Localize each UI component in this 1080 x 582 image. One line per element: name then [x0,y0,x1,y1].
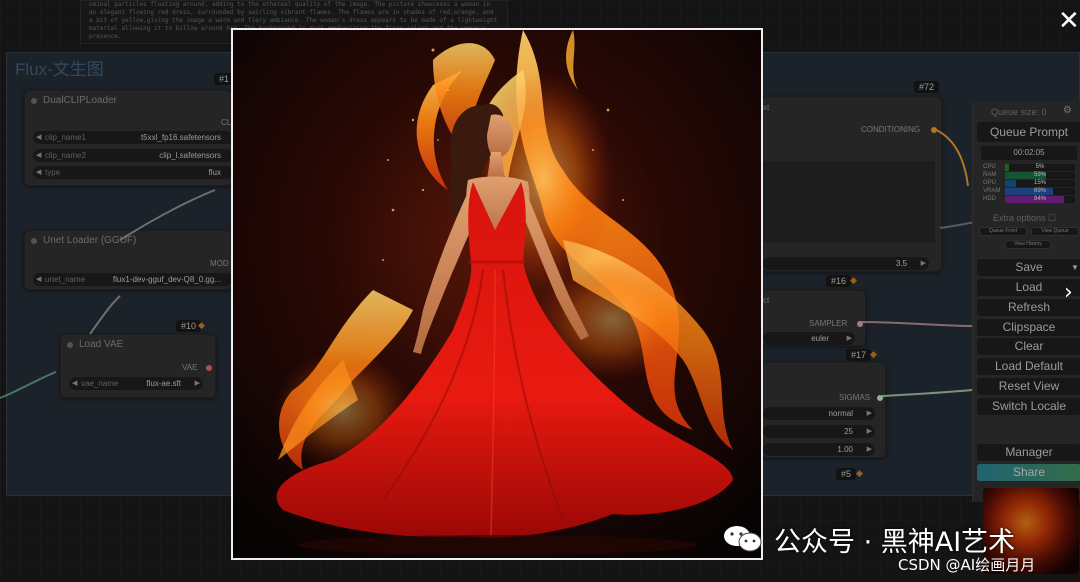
generated-image [233,30,761,558]
wechat-icon [724,526,762,552]
chevron-right-icon[interactable]: › [1064,280,1073,305]
csdn-watermark: CSDN @AI绘画月月 [898,556,1036,574]
close-icon[interactable]: ✕ [1058,6,1080,36]
wechat-watermark: 公众号 · 黑神AI艺术 [722,520,1052,558]
image-viewer[interactable] [231,28,763,560]
